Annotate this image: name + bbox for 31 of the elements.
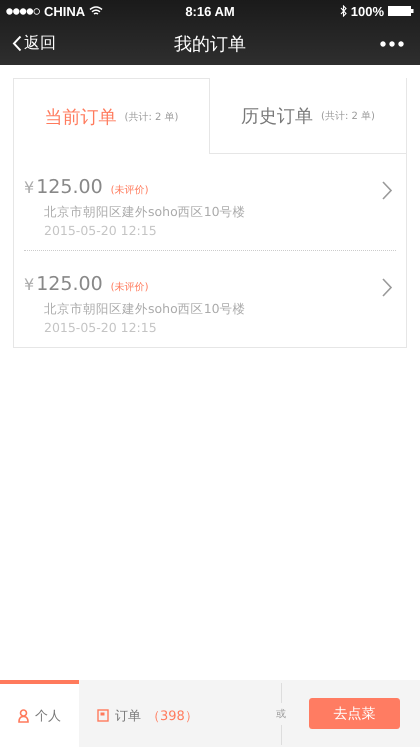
chevron-right-icon[interactable]	[382, 278, 392, 297]
order-tab[interactable]: 当前订单 (共计: 2 单)	[13, 78, 210, 154]
order-address: 北京市朝阳区建外soho西区10号楼	[44, 301, 247, 318]
order-time: 2015-05-20 12:15	[44, 223, 158, 238]
order-address: 北京市朝阳区建外soho西区10号楼	[44, 204, 247, 221]
person-icon	[18, 708, 29, 722]
signal-icon	[6, 8, 40, 14]
currency-sign: ¥	[24, 178, 34, 197]
chevron-right-icon[interactable]	[382, 181, 392, 200]
review-status: (未评价)	[110, 280, 148, 294]
order-tab[interactable]: 历史订单 (共计: 2 单)	[210, 78, 407, 154]
chevron-left-icon	[12, 35, 22, 52]
order-amount: 125.00	[36, 273, 103, 295]
more-icon[interactable]	[380, 40, 404, 46]
carrier-name: CHINA	[44, 4, 86, 18]
review-status: (未评价)	[110, 184, 148, 197]
bottom-tab[interactable]: 订单 （398）	[79, 680, 216, 747]
battery-percent: 100%	[350, 4, 384, 18]
order-amount: 125.00	[36, 176, 103, 198]
battery-icon	[388, 6, 414, 16]
document-icon	[97, 709, 109, 722]
page-title: 我的订单	[174, 32, 246, 56]
bottom-tab[interactable]: 个人	[0, 680, 79, 747]
clock-time: 8:16 AM	[185, 4, 235, 18]
back-button[interactable]: 返回	[12, 33, 92, 54]
bluetooth-icon	[340, 5, 347, 17]
currency-sign: ¥	[24, 275, 34, 294]
order-time: 2015-05-20 12:15	[44, 320, 158, 335]
wifi-icon	[89, 6, 104, 16]
order-food-button[interactable]: 去点菜	[309, 698, 400, 729]
or-label: 或	[276, 708, 286, 720]
